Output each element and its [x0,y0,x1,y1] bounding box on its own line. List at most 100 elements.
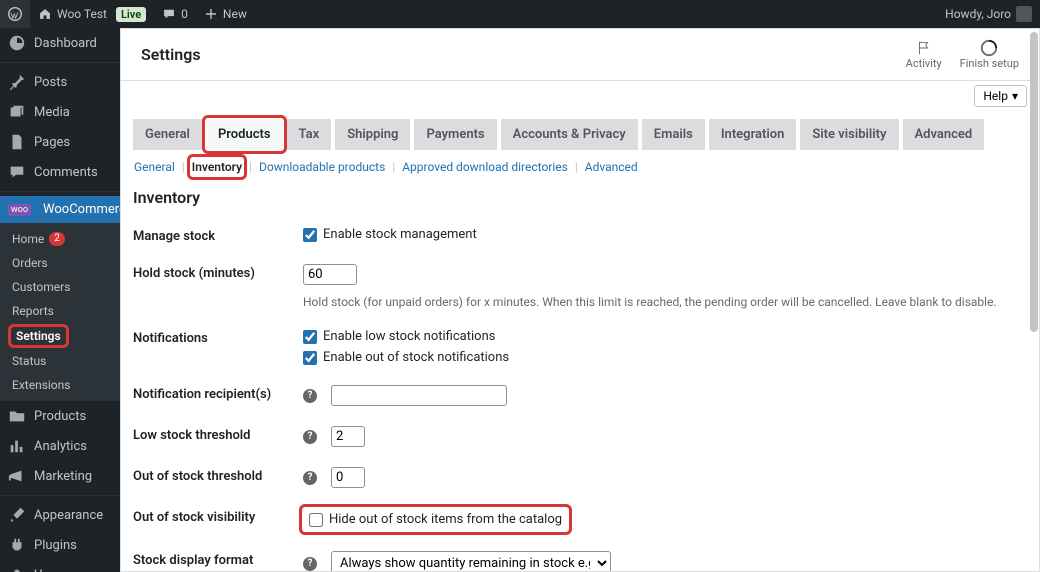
progress-icon [980,39,998,57]
page-icon [8,133,26,151]
woo-submenu: Home 2 Orders Customers Reports Settings… [0,223,120,401]
out-stock-notif-label[interactable]: Enable out of stock notifications [303,350,1027,365]
product-subtabs: General | Inventory | Downloadable produ… [121,150,1039,182]
tab-products[interactable]: Products [206,119,283,150]
comment-icon [162,7,176,21]
user-icon [8,566,26,572]
label-notifications: Notifications [133,329,303,346]
section-title: Inventory [121,182,1039,217]
subtab-inventory[interactable]: Inventory [191,158,243,176]
woo-icon: woo [8,204,31,216]
help-tip-icon[interactable]: ? [303,557,317,571]
activity-button[interactable]: Activity [906,39,942,70]
menu-products[interactable]: Products [0,401,120,431]
settings-tabs: General Products Tax Shipping Payments A… [121,119,1039,150]
hold-stock-input[interactable] [303,264,357,285]
site-name-link[interactable]: Woo Test Live [30,0,154,28]
sub-reports[interactable]: Reports [0,299,120,323]
help-tip-icon[interactable]: ? [303,389,317,403]
low-stock-notif-checkbox[interactable] [303,330,317,344]
page-title: Settings [141,45,201,64]
tab-emails[interactable]: Emails [642,119,705,150]
sub-extensions[interactable]: Extensions [0,373,120,397]
tab-advanced[interactable]: Advanced [903,119,985,150]
manage-stock-checkbox-label[interactable]: Enable stock management [303,227,1027,242]
menu-media[interactable]: Media [0,97,120,127]
tab-site-visibility[interactable]: Site visibility [800,119,898,150]
low-stock-notif-label[interactable]: Enable low stock notifications [303,329,1027,344]
menu-plugins[interactable]: Plugins [0,530,120,560]
tab-shipping[interactable]: Shipping [335,119,410,150]
admin-sidebar: Dashboard Posts Media Pages Comments woo… [0,28,120,572]
display-format-select[interactable]: Always show quantity remaining in stock … [331,551,611,572]
label-oos-visibility: Out of stock visibility [133,508,303,525]
sub-status[interactable]: Status [0,349,120,373]
label-low-thresh: Low stock threshold [133,426,303,443]
scrollbar-thumb[interactable] [1030,32,1038,332]
tab-integration[interactable]: Integration [709,119,797,150]
hold-stock-desc: Hold stock (for unpaid orders) for x min… [303,295,1027,309]
menu-users[interactable]: Users [0,560,120,572]
media-icon [8,103,26,121]
menu-dashboard[interactable]: Dashboard [0,28,120,58]
brush-icon [8,506,26,524]
menu-comments[interactable]: Comments [0,157,120,187]
menu-analytics[interactable]: Analytics [0,431,120,461]
comments-count: 0 [181,7,188,21]
help-button[interactable]: Help ▾ [974,85,1027,107]
hide-oos-label[interactable]: Hide out of stock items from the catalog [303,508,568,531]
menu-woocommerce[interactable]: woo WooCommerce [0,196,120,223]
new-link[interactable]: New [196,0,255,28]
comments-link[interactable]: 0 [154,0,196,28]
new-label: New [223,7,247,21]
howdy-text: Howdy, Joro [945,7,1011,21]
sub-orders[interactable]: Orders [0,251,120,275]
admin-bar: Woo Test Live 0 New Howdy, Joro [0,0,1040,28]
label-hold-stock: Hold stock (minutes) [133,264,303,281]
live-badge: Live [116,7,146,22]
menu-marketing[interactable]: Marketing [0,461,120,491]
comment-icon [8,163,26,181]
low-thresh-input[interactable] [331,426,365,447]
tab-tax[interactable]: Tax [287,119,332,150]
sub-home[interactable]: Home 2 [0,227,120,251]
manage-stock-checkbox[interactable] [303,228,317,242]
wordpress-icon [8,7,22,21]
site-name: Woo Test [57,7,107,21]
avatar-icon [1016,6,1032,22]
label-out-thresh: Out of stock threshold [133,467,303,484]
recipients-input[interactable] [331,385,507,406]
tab-general[interactable]: General [133,119,202,150]
folder-icon [8,407,26,425]
subtab-general[interactable]: General [133,158,176,176]
out-stock-notif-checkbox[interactable] [303,351,317,365]
subtab-advanced[interactable]: Advanced [584,158,639,176]
hide-oos-checkbox[interactable] [309,513,323,527]
out-thresh-input[interactable] [331,467,365,488]
menu-posts[interactable]: Posts [0,67,120,97]
tab-payments[interactable]: Payments [414,119,496,150]
finish-setup-button[interactable]: Finish setup [960,39,1019,70]
home-icon [38,7,52,21]
sub-customers[interactable]: Customers [0,275,120,299]
menu-appearance[interactable]: Appearance [0,500,120,530]
megaphone-icon [8,467,26,485]
sub-settings[interactable]: Settings [0,323,120,349]
plug-icon [8,536,26,554]
help-tip-icon[interactable]: ? [303,471,317,485]
scrollbar[interactable] [1030,32,1038,570]
menu-pages[interactable]: Pages [0,127,120,157]
help-tip-icon[interactable]: ? [303,430,317,444]
content-header: Settings Activity Finish setup [121,29,1039,81]
content-area: Settings Activity Finish setup Help ▾ Ge… [120,28,1040,572]
chart-icon [8,437,26,455]
wp-logo[interactable] [0,0,30,28]
subtab-approved[interactable]: Approved download directories [401,158,569,176]
inventory-form: Manage stock Enable stock management Hol… [121,217,1039,572]
tab-accounts[interactable]: Accounts & Privacy [501,119,638,150]
chevron-down-icon: ▾ [1012,89,1018,103]
subtab-downloadable[interactable]: Downloadable products [258,158,386,176]
flag-icon [915,39,933,57]
plus-icon [204,7,218,21]
howdy-link[interactable]: Howdy, Joro [937,0,1040,28]
